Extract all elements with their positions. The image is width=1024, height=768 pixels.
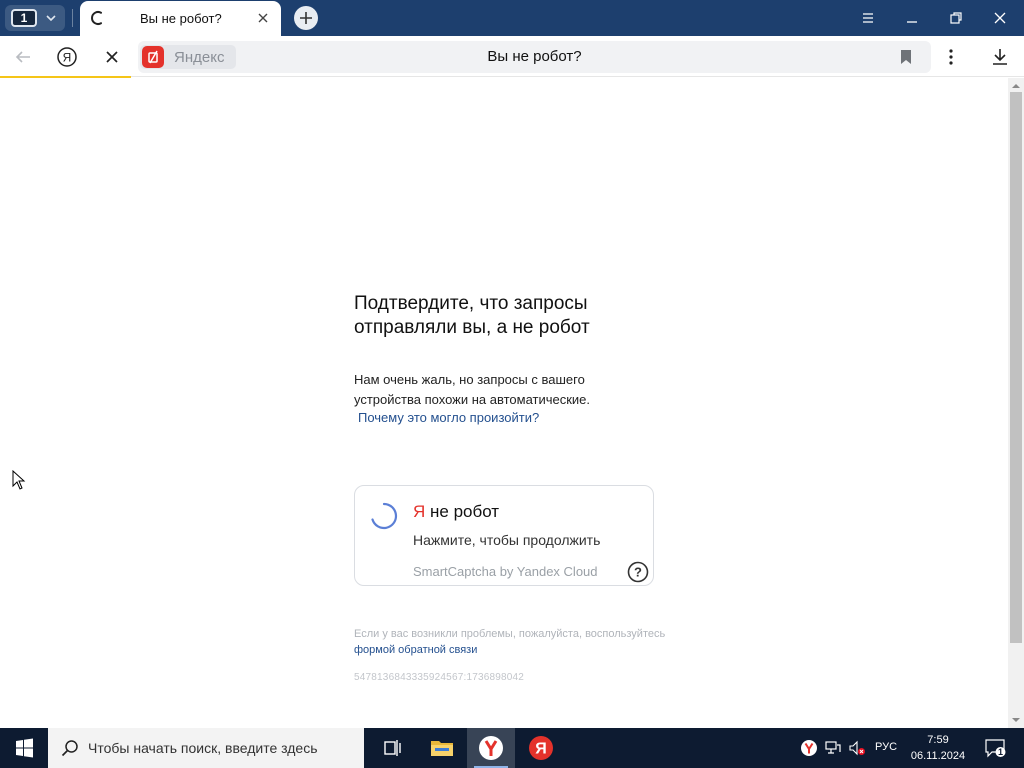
scroll-up-icon[interactable] — [1012, 82, 1020, 90]
svg-text:?: ? — [634, 565, 642, 580]
plus-icon — [300, 12, 312, 24]
network-icon[interactable] — [824, 739, 842, 757]
browser-navigation-bar: Я Яндекс Вы не робот? — [0, 36, 1024, 77]
captcha-checkbox-card[interactable]: Я не робот Нажмите, чтобы продолжить Sma… — [354, 485, 654, 586]
search-icon — [61, 740, 78, 757]
notifications-icon[interactable]: 1 — [984, 738, 1006, 758]
search-placeholder: Чтобы начать поиск, введите здесь — [88, 740, 318, 756]
download-icon[interactable] — [989, 46, 1011, 68]
minimize-icon[interactable] — [902, 8, 922, 28]
system-clock[interactable]: 7:59 06.11.2024 — [906, 732, 970, 764]
vertical-scrollbar[interactable] — [1008, 78, 1024, 728]
tab-count: 1 — [11, 9, 37, 27]
stop-loading-icon[interactable] — [101, 46, 123, 68]
more-options-icon[interactable] — [940, 46, 962, 68]
clock-time: 7:59 — [927, 734, 949, 746]
captcha-subtitle: Нажмите, чтобы продолжить — [413, 532, 601, 548]
page-title: Подтвердите, что запросы отправляли вы, … — [354, 293, 590, 338]
windows-start-icon[interactable] — [0, 728, 48, 768]
yandex-tray-icon[interactable] — [800, 739, 818, 757]
input-language[interactable]: РУС — [875, 741, 897, 753]
svg-text:Я: Я — [63, 51, 72, 65]
close-tab-icon[interactable] — [256, 11, 270, 25]
volume-muted-icon[interactable] — [848, 739, 866, 757]
explanation-text: Нам очень жаль, но запросы с вашего устр… — [354, 372, 591, 407]
address-page-title: Вы не робот? — [487, 48, 582, 65]
captcha-spinner-icon — [371, 502, 398, 530]
clock-date: 06.11.2024 — [910, 750, 966, 762]
scroll-down-icon[interactable] — [1012, 716, 1020, 724]
chevron-down-icon — [46, 15, 56, 22]
scroll-thumb[interactable] — [1010, 92, 1022, 643]
taskbar-search-box[interactable]: Чтобы начать поиск, введите здесь — [48, 728, 364, 768]
svg-text:Я: Я — [535, 741, 547, 758]
tab-title: Вы не робот? — [140, 11, 222, 26]
captcha-title-ya: Я — [413, 502, 426, 521]
windows-taskbar: Чтобы начать поиск, введите здесь Я РУС … — [0, 728, 1024, 768]
task-view-icon[interactable] — [376, 732, 408, 764]
tab-separator — [72, 9, 73, 27]
yandex-browser-icon — [479, 736, 503, 760]
close-window-icon[interactable] — [990, 8, 1010, 28]
captcha-brand: SmartCaptcha by Yandex Cloud — [413, 564, 598, 579]
notification-count: 1 — [998, 747, 1003, 757]
captcha-title: Я не робот — [413, 502, 499, 522]
footnote-text: Если у вас возникли проблемы, пожалуйста… — [354, 628, 666, 640]
page-content: Подтвердите, что запросы отправляли вы, … — [0, 78, 1008, 728]
new-tab-button[interactable] — [294, 6, 318, 30]
browser-tab-bar: 1 Вы не робот? — [0, 0, 1024, 36]
tab-counter-button[interactable]: 1 — [5, 5, 65, 31]
feedback-form-link[interactable]: формой обратной связи — [354, 644, 477, 656]
request-id: 5478136843335924567:1736898042 — [354, 672, 525, 683]
back-arrow-icon[interactable] — [12, 46, 34, 68]
captcha-title-rest: не робот — [425, 502, 500, 521]
help-footnote: Если у вас возникли проблемы, пожалуйста… — [354, 626, 674, 658]
restore-icon[interactable] — [946, 8, 966, 28]
file-explorer-icon[interactable] — [426, 732, 458, 764]
yandex-app-icon[interactable]: Я — [525, 732, 557, 764]
address-bar[interactable]: Яндекс Вы не робот? — [138, 41, 931, 73]
why-link[interactable]: Почему это могло произойти? — [358, 410, 539, 425]
mouse-cursor-icon — [12, 470, 26, 490]
loading-spinner-icon — [91, 11, 102, 25]
help-icon[interactable]: ? — [627, 561, 649, 583]
yandex-home-icon[interactable]: Я — [56, 46, 78, 68]
bookmark-icon[interactable] — [898, 49, 914, 65]
menu-icon[interactable] — [858, 8, 878, 28]
tab-active[interactable]: Вы не робот? — [80, 1, 281, 36]
taskbar-active-app[interactable] — [467, 728, 515, 768]
